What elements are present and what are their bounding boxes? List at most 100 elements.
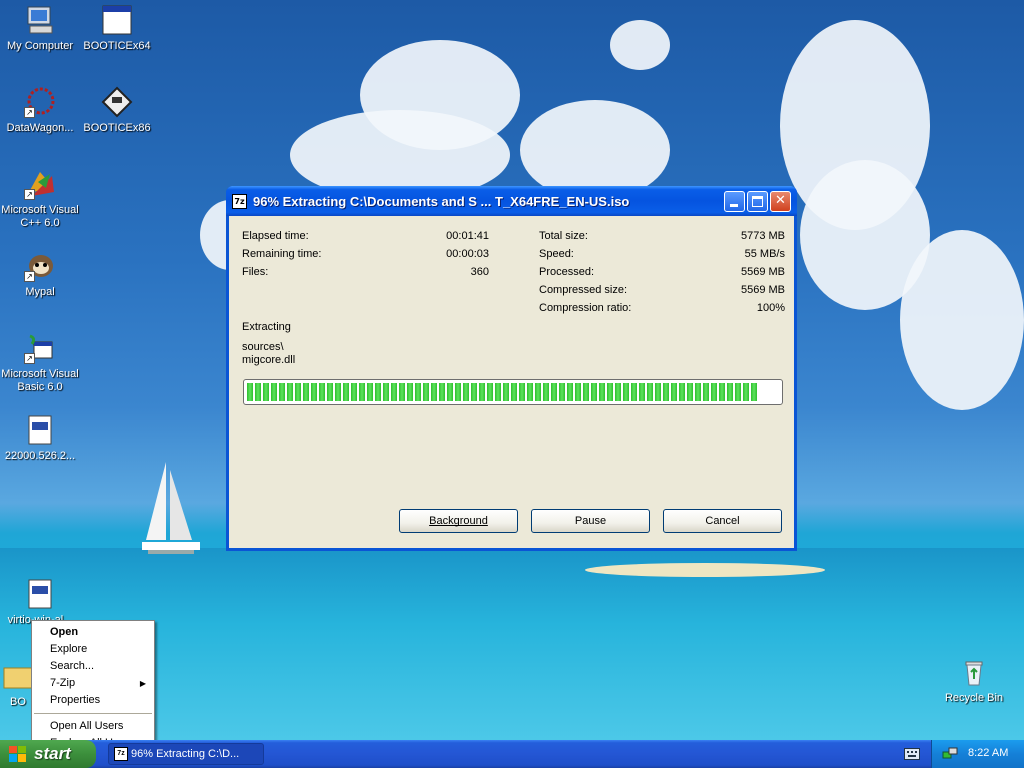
maximize-button[interactable] xyxy=(747,191,768,212)
taskbar: start 7z 96% Extracting C:\D... 8:22 AM xyxy=(0,740,1024,768)
stat-value-compressed-size: 5569 MB xyxy=(740,284,785,296)
stat-label-remaining: Remaining time: xyxy=(242,248,322,260)
floppy-icon xyxy=(101,86,133,118)
system-tray: 8:22 AM xyxy=(931,740,1024,768)
stat-value-processed: 5569 MB xyxy=(740,266,785,278)
menu-item-label: Search... xyxy=(50,660,95,672)
keyboard-icon[interactable] xyxy=(904,748,920,760)
current-file: migcore.dll xyxy=(242,354,296,366)
menu-item-label: Explore xyxy=(50,643,88,655)
background-button-label: Background xyxy=(429,515,488,527)
start-button[interactable]: start xyxy=(0,740,96,768)
desktop-icon-booticex64[interactable]: BOOTICEx64 xyxy=(77,4,157,53)
desktop-icon-mypal[interactable]: ↗ Mypal xyxy=(0,250,80,299)
stat-label-files: Files: xyxy=(242,266,269,278)
desktop-icon-recycle-bin[interactable]: Recycle Bin xyxy=(934,656,1014,705)
close-icon: ✕ xyxy=(775,193,786,208)
pause-button-label: Pause xyxy=(574,515,607,527)
menu-item-properties[interactable]: Properties xyxy=(32,692,154,709)
desktop-icon-iso-22000[interactable]: 22000.526.2... xyxy=(0,414,80,463)
minimize-button[interactable] xyxy=(724,191,745,212)
stat-value-remaining: 00:00:03 xyxy=(446,248,489,260)
taskbar-item-label: 96% Extracting C:\D... xyxy=(131,748,240,760)
desktop-icon-label: My Computer xyxy=(6,40,74,52)
maximize-icon xyxy=(752,196,763,207)
background-button[interactable]: Background xyxy=(399,509,518,533)
mypal-icon: ↗ xyxy=(24,250,56,282)
cancel-button[interactable]: Cancel xyxy=(663,509,782,533)
menu-item-open[interactable]: Open xyxy=(32,624,154,641)
visual-cpp-icon: ↗ xyxy=(24,168,56,200)
clock[interactable]: 8:22 AM xyxy=(968,747,1008,759)
7zip-icon: 7z xyxy=(114,747,128,761)
desktop-icon-label: Mypal xyxy=(25,286,55,298)
shortcut-arrow-icon: ↗ xyxy=(24,189,35,200)
menu-item-label: Open xyxy=(50,626,79,638)
stat-value-compression-ratio: 100% xyxy=(756,302,785,314)
shortcut-arrow-icon: ↗ xyxy=(24,107,35,118)
stat-value-files: 360 xyxy=(470,266,489,278)
datawagon-icon: ↗ xyxy=(24,86,56,118)
desktop-icon-my-computer[interactable]: My Computer xyxy=(0,4,80,53)
stat-label-total-size: Total size: xyxy=(539,230,588,242)
desktop-icon-visual-cpp[interactable]: ↗ Microsoft Visual C++ 6.0 xyxy=(0,168,80,230)
minimize-icon xyxy=(730,204,738,207)
desktop-icon-label: BOOTICEx64 xyxy=(83,40,151,52)
progress-bar xyxy=(243,379,783,405)
stat-label-elapsed: Elapsed time: xyxy=(242,230,309,242)
desktop-icon-booticex86[interactable]: BOOTICEx86 xyxy=(77,86,157,135)
shortcut-arrow-icon: ↗ xyxy=(24,353,35,364)
stat-value-speed: 55 MB/s xyxy=(744,248,785,260)
iso-file-icon xyxy=(24,578,56,610)
folder-icon xyxy=(2,660,34,692)
menu-item-explore[interactable]: Explore xyxy=(32,641,154,658)
menu-item-open-all-users[interactable]: Open All Users xyxy=(32,718,154,735)
context-menu: Open Explore Search... 7-Zip ▶ Properties… xyxy=(31,620,155,756)
current-path: sources\ xyxy=(242,341,284,353)
recycle-bin-icon xyxy=(958,656,990,688)
iso-file-icon xyxy=(24,414,56,446)
extraction-dialog: 7z 96% Extracting C:\Documents and S ...… xyxy=(226,186,797,551)
pause-button[interactable]: Pause xyxy=(531,509,650,533)
desktop-icon-datawagon[interactable]: ↗ DataWagon... xyxy=(0,86,80,135)
menu-item-7zip[interactable]: 7-Zip ▶ xyxy=(32,675,154,692)
desktop-icon-label: Microsoft Visual C++ 6.0 xyxy=(1,204,79,229)
progress-fill xyxy=(247,383,758,401)
status-label: Extracting xyxy=(242,321,291,333)
cancel-button-label: Cancel xyxy=(705,515,740,527)
stat-value-elapsed: 00:01:41 xyxy=(446,230,489,242)
taskbar-item-extracting[interactable]: 7z 96% Extracting C:\D... xyxy=(108,743,264,765)
desktop-icon-label: DataWagon... xyxy=(6,122,74,134)
stat-label-processed: Processed: xyxy=(539,266,595,278)
desktop-icon-label: BOOTICEx86 xyxy=(83,122,151,134)
7zip-icon: 7z xyxy=(232,194,247,209)
sailboat xyxy=(142,462,200,554)
desktop-icon-visual-basic[interactable]: ↗ Microsoft Visual Basic 6.0 xyxy=(0,332,80,394)
stat-label-compression-ratio: Compression ratio: xyxy=(539,302,632,314)
dialog-title: 96% Extracting C:\Documents and S ... T_… xyxy=(253,194,630,209)
window-app-icon xyxy=(101,4,133,36)
desktop-icon-label: Recycle Bin xyxy=(944,692,1004,704)
network-icon[interactable] xyxy=(942,746,958,762)
windows-flag-icon xyxy=(9,746,26,762)
start-label: start xyxy=(34,744,71,763)
cloud xyxy=(900,230,1024,410)
my-computer-icon xyxy=(24,4,56,36)
menu-item-label: Open All Users xyxy=(50,720,124,732)
island xyxy=(585,563,825,577)
submenu-arrow-icon: ▶ xyxy=(139,679,146,688)
stat-value-total-size: 5773 MB xyxy=(740,230,785,242)
menu-separator xyxy=(34,713,152,714)
stat-label-compressed-size: Compressed size: xyxy=(539,284,628,296)
shortcut-arrow-icon: ↗ xyxy=(24,271,35,282)
desktop-icon-label: Microsoft Visual Basic 6.0 xyxy=(1,368,79,393)
desktop-icon-label: 22000.526.2... xyxy=(4,450,76,462)
cloud xyxy=(610,20,670,70)
menu-item-search[interactable]: Search... xyxy=(32,658,154,675)
stat-label-speed: Speed: xyxy=(539,248,574,260)
dialog-titlebar[interactable]: 7z 96% Extracting C:\Documents and S ...… xyxy=(226,186,797,216)
close-button[interactable]: ✕ xyxy=(770,191,791,212)
menu-item-label: Properties xyxy=(50,694,101,706)
visual-basic-icon: ↗ xyxy=(24,332,56,364)
cloud xyxy=(520,100,670,200)
